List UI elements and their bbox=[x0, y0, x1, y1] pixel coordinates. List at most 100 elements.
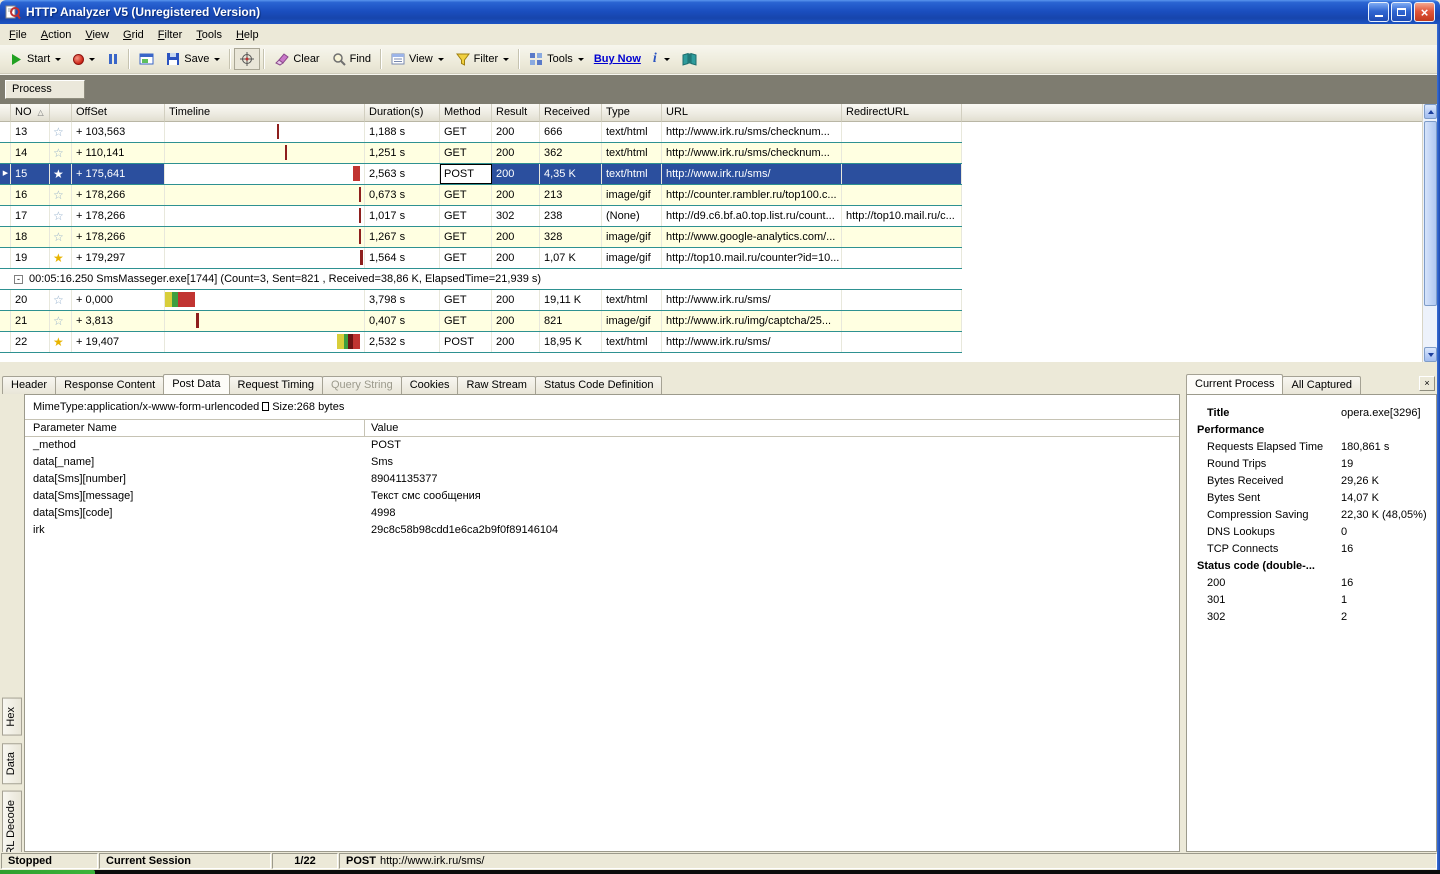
param-row[interactable]: irk 29c8c58b98cdd1e6ca2b9f0f89146104 bbox=[25, 522, 1179, 539]
scroll-down-button[interactable] bbox=[1424, 347, 1437, 362]
start-dropdown-arrow[interactable] bbox=[55, 57, 62, 61]
find-button[interactable]: Find bbox=[326, 48, 377, 70]
stat-row: 301 1 bbox=[1187, 592, 1436, 609]
target-toggle-button[interactable] bbox=[234, 48, 261, 70]
column-header-redirect-url[interactable]: RedirectURL bbox=[842, 104, 962, 122]
favorite-star-icon[interactable]: ★ bbox=[50, 332, 72, 352]
minimize-button[interactable] bbox=[1368, 2, 1389, 22]
menu-tools[interactable]: Tools bbox=[189, 26, 229, 44]
scrollbar-thumb[interactable] bbox=[1424, 121, 1437, 306]
cell-type: text/html bbox=[602, 290, 662, 310]
pause-button[interactable] bbox=[101, 49, 125, 69]
side-tab-data[interactable]: Data bbox=[2, 742, 22, 784]
menu-filter[interactable]: Filter bbox=[151, 26, 189, 44]
title-bar[interactable]: HTTP Analyzer V5 (Unregistered Version) … bbox=[0, 0, 1440, 24]
column-header-no[interactable]: NO △ bbox=[11, 104, 50, 122]
favorite-star-icon[interactable]: ☆ bbox=[50, 227, 72, 247]
grid-vertical-scrollbar[interactable] bbox=[1422, 104, 1437, 362]
column-header-value[interactable]: Value bbox=[365, 420, 1179, 436]
favorite-star-icon[interactable]: ★ bbox=[50, 248, 72, 268]
save-button[interactable]: Save bbox=[160, 48, 226, 70]
column-header-type[interactable]: Type bbox=[602, 104, 662, 122]
view-button[interactable]: View bbox=[385, 48, 450, 70]
group-row[interactable]: -00:05:16.250 SmsMasseger.exe[1744] (Cou… bbox=[0, 269, 962, 290]
request-row-13[interactable]: 13 ☆ + 103,563 1,188 s GET 200 666 text/html htt… bbox=[0, 122, 962, 143]
request-row-18[interactable]: 18 ☆ + 178,266 1,267 s GET 200 328 image/gif htt… bbox=[0, 227, 962, 248]
param-row[interactable]: data[_name] Sms bbox=[25, 454, 1179, 471]
save-dropdown-arrow[interactable] bbox=[214, 57, 221, 61]
tab-header[interactable]: Header bbox=[2, 376, 57, 394]
tab-query-string[interactable]: Query String bbox=[321, 376, 402, 394]
param-row[interactable]: data[Sms][message] Текст смс сообщения bbox=[25, 488, 1179, 505]
restore-button[interactable] bbox=[1391, 2, 1412, 22]
favorite-star-icon[interactable]: ☆ bbox=[50, 206, 72, 226]
menu-view[interactable]: View bbox=[78, 26, 116, 44]
column-header-method[interactable]: Method bbox=[440, 104, 492, 122]
tab-post-data[interactable]: Post Data bbox=[163, 374, 230, 394]
menu-file[interactable]: File bbox=[2, 26, 34, 44]
scroll-up-button[interactable] bbox=[1424, 104, 1437, 119]
cell-received: 19,11 K bbox=[540, 290, 602, 310]
help-button[interactable] bbox=[676, 48, 703, 70]
column-header-gutter[interactable] bbox=[0, 104, 11, 122]
column-header-url[interactable]: URL bbox=[662, 104, 842, 122]
request-row-15[interactable]: ▶ 15 ★ + 175,641 2,563 s POST 200 4,35 Ktext/ht… bbox=[0, 164, 962, 185]
tools-button[interactable]: Tools bbox=[523, 48, 590, 70]
tab-raw-stream[interactable]: Raw Stream bbox=[457, 376, 536, 394]
request-row-16[interactable]: 16 ☆ + 178,266 0,673 s GET 200 213 image/gif htt… bbox=[0, 185, 962, 206]
clear-button[interactable]: Clear bbox=[268, 48, 325, 70]
record-button[interactable] bbox=[67, 50, 101, 69]
favorite-star-icon[interactable]: ☆ bbox=[50, 185, 72, 205]
param-row[interactable]: _method POST bbox=[25, 437, 1179, 454]
start-button-edge[interactable] bbox=[0, 870, 95, 874]
column-header-label: Timeline bbox=[169, 106, 211, 118]
request-row-17[interactable]: 17 ☆ + 178,266 1,017 s GET 302 238 (None) http:/… bbox=[0, 206, 962, 227]
favorite-star-icon[interactable]: ☆ bbox=[50, 143, 72, 163]
favorite-star-icon[interactable]: ★ bbox=[50, 164, 72, 184]
request-row-19[interactable]: 19 ★ + 179,297 1,564 s GET 200 1,07 Kimage/gif… bbox=[0, 248, 962, 269]
filter-dropdown-arrow[interactable] bbox=[503, 57, 510, 61]
tab-current-process[interactable]: Current Process bbox=[1186, 374, 1284, 394]
column-header-result[interactable]: Result bbox=[492, 104, 540, 122]
collapse-icon[interactable]: - bbox=[14, 274, 23, 284]
tab-all-captured[interactable]: All Captured bbox=[1282, 376, 1362, 394]
tab-status-code-definition[interactable]: Status Code Definition bbox=[534, 376, 663, 394]
side-tab-hex[interactable]: Hex bbox=[2, 698, 22, 736]
request-row-14[interactable]: 14 ☆ + 110,141 1,251 s GET 200 362 text/html htt… bbox=[0, 143, 962, 164]
start-button[interactable]: Start bbox=[4, 49, 67, 70]
tools-dropdown-arrow[interactable] bbox=[577, 57, 584, 61]
menu-help[interactable]: Help bbox=[229, 26, 266, 44]
param-name: data[Sms][message] bbox=[33, 490, 134, 502]
request-row-22[interactable]: 22 ★ + 19,407 2,532 s POST 200 18,95 Ktext/htm… bbox=[0, 332, 962, 353]
info-dropdown-arrow[interactable] bbox=[663, 57, 670, 61]
tab-request-timing[interactable]: Request Timing bbox=[228, 376, 323, 394]
request-row-20[interactable]: 20 ☆ + 0,000 3,798 s GET 200 19,11 Ktext/html h… bbox=[0, 290, 962, 311]
column-header-duration[interactable]: Duration(s) bbox=[365, 104, 440, 122]
favorite-star-icon[interactable]: ☆ bbox=[50, 311, 72, 331]
column-header-offset[interactable]: OffSet bbox=[72, 104, 165, 122]
param-row[interactable]: data[Sms][code] 4998 bbox=[25, 505, 1179, 522]
column-header-star[interactable] bbox=[50, 104, 72, 122]
group-by-process-chip[interactable]: Process bbox=[5, 80, 85, 99]
column-header-parameter-name[interactable]: Parameter Name bbox=[25, 420, 365, 436]
menu-action[interactable]: Action bbox=[34, 26, 79, 44]
param-row[interactable]: data[Sms][number] 89041135377 bbox=[25, 471, 1179, 488]
favorite-star-icon[interactable]: ☆ bbox=[50, 290, 72, 310]
panel-close-button[interactable]: × bbox=[1419, 376, 1435, 391]
layout-button[interactable] bbox=[133, 48, 160, 70]
request-row-21[interactable]: 21 ☆ + 3,813 0,407 s GET 200 821 image/gif http:… bbox=[0, 311, 962, 332]
column-header-received[interactable]: Received bbox=[540, 104, 602, 122]
tab-cookies[interactable]: Cookies bbox=[400, 376, 459, 394]
close-button[interactable]: × bbox=[1414, 2, 1435, 22]
filter-button[interactable]: Filter bbox=[450, 48, 515, 70]
horizontal-splitter[interactable] bbox=[0, 362, 1437, 374]
info-button[interactable]: i bbox=[645, 47, 676, 71]
row-selector bbox=[0, 227, 11, 247]
tab-response-content[interactable]: Response Content bbox=[55, 376, 165, 394]
favorite-star-icon[interactable]: ☆ bbox=[50, 122, 72, 142]
record-dropdown-arrow[interactable] bbox=[89, 57, 96, 61]
view-dropdown-arrow[interactable] bbox=[437, 57, 444, 61]
menu-grid[interactable]: Grid bbox=[116, 26, 151, 44]
column-header-timeline[interactable]: Timeline bbox=[165, 104, 365, 122]
buy-now-link[interactable]: Buy Now bbox=[590, 53, 645, 65]
